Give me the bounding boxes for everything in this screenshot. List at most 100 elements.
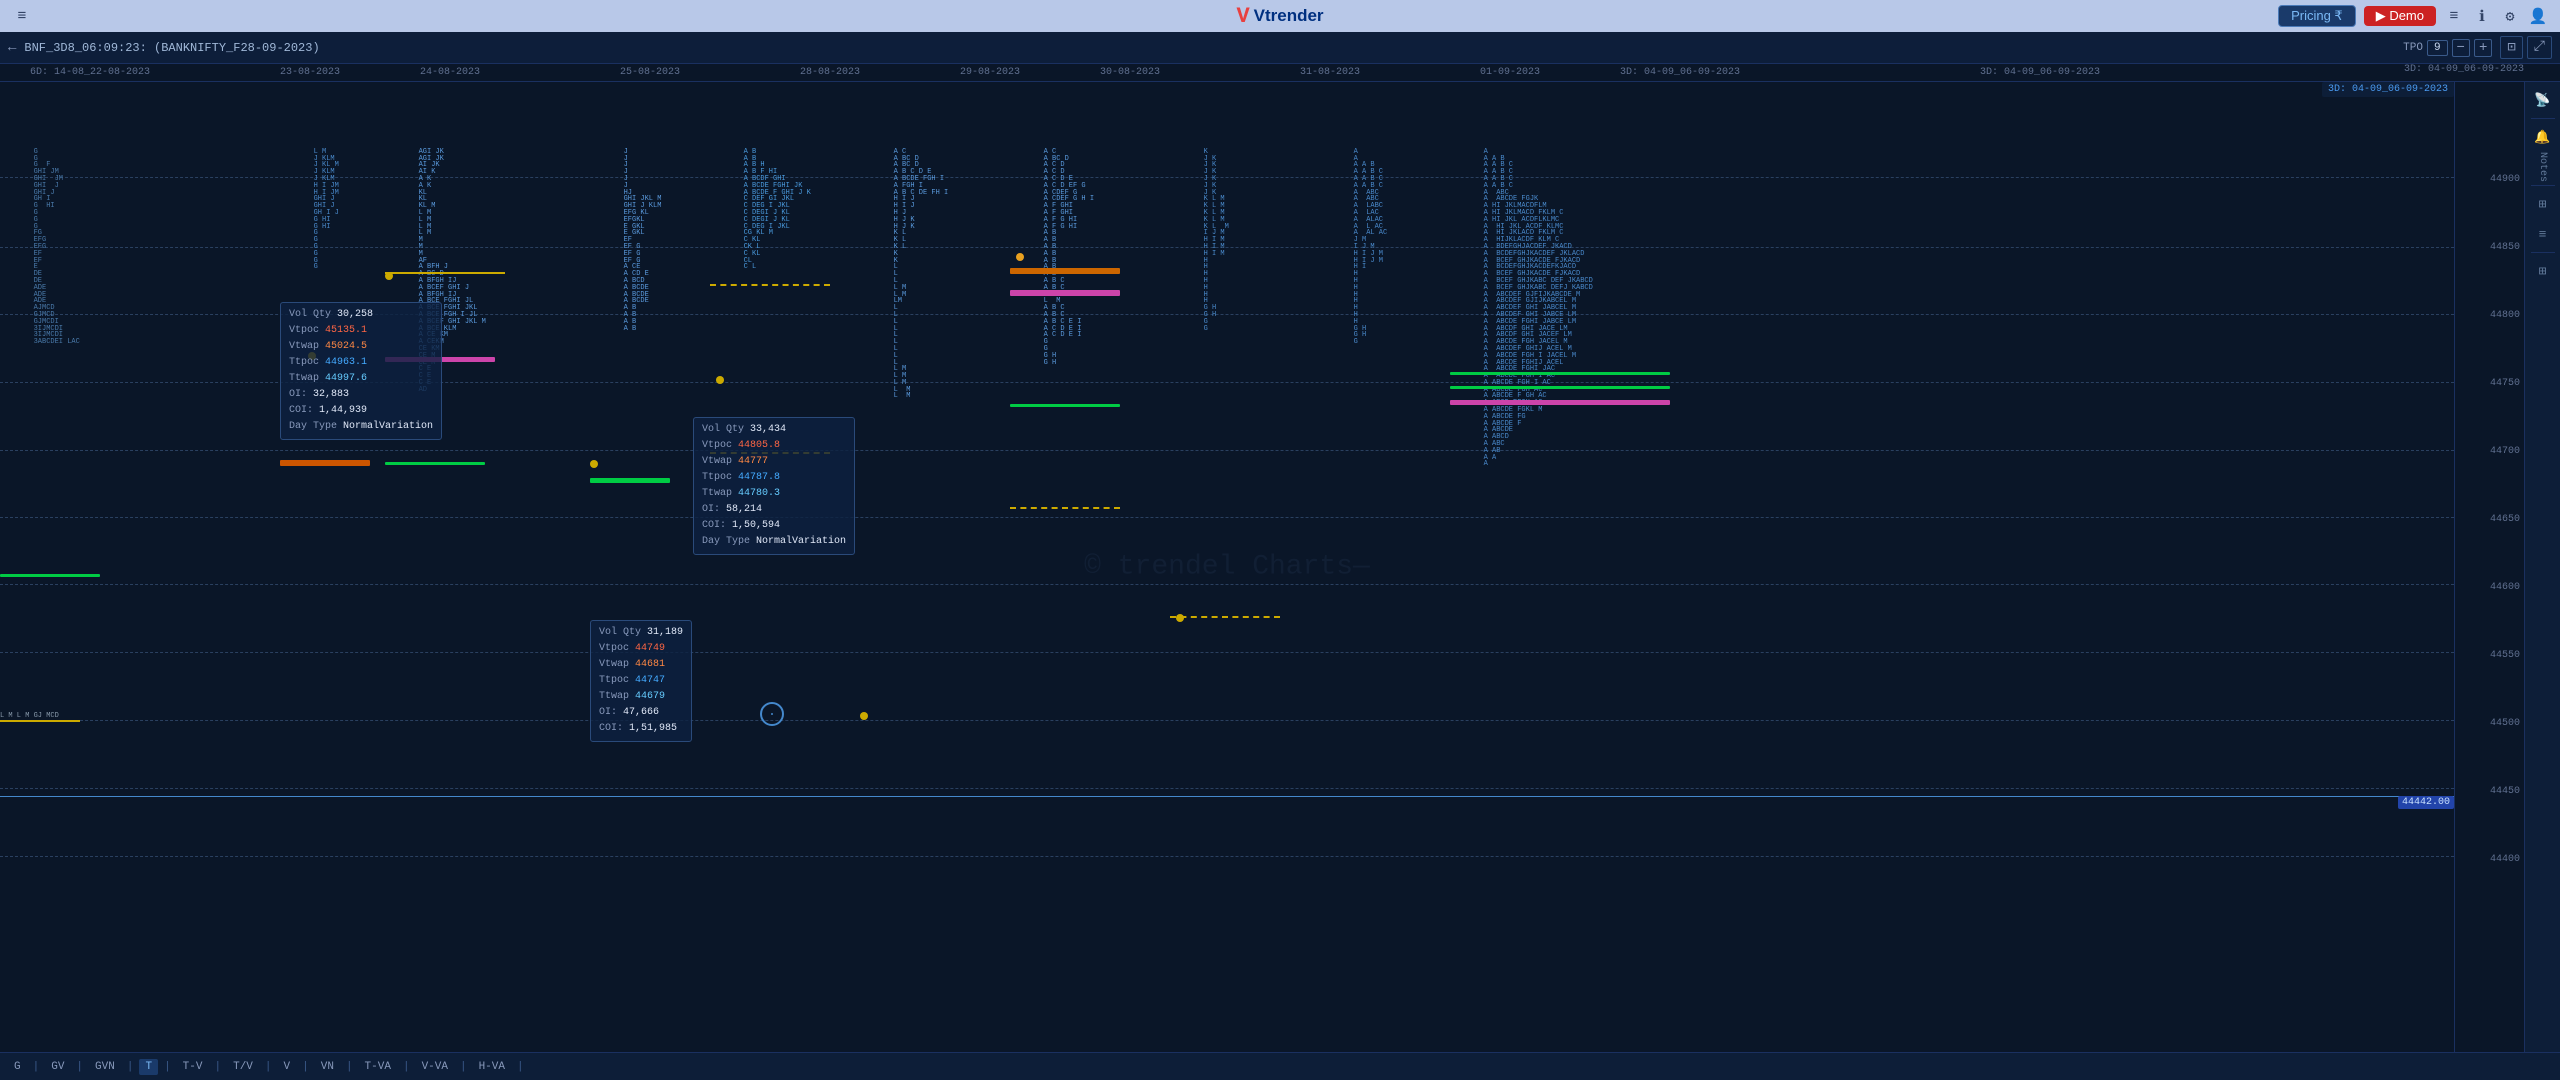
- date-label-10: 3D: 04-09_06-09-2023: [1620, 67, 1740, 78]
- tpo-value[interactable]: 9: [2427, 40, 2448, 56]
- tooltip-23aug: Vol Qty 30,258 Vtpoc 45135.1 Vtwap 45024…: [280, 302, 442, 440]
- bottom-v-button[interactable]: V: [278, 1059, 297, 1075]
- crosshair-icon: [760, 702, 784, 726]
- bottom-g-button[interactable]: G: [8, 1059, 27, 1075]
- bottom-hva-button[interactable]: H-VA: [473, 1059, 511, 1075]
- col-01sep: A A A A B A A B C A A B C A A B C A ABC …: [1320, 142, 1420, 353]
- col-28aug: A B A B A B H A B F HI A BCDF GHI A BCDE…: [710, 142, 840, 278]
- bottom-gvn-button[interactable]: GVN: [89, 1059, 121, 1075]
- date-label-11: 3D: 04-09_06-09-2023: [1980, 67, 2100, 78]
- profile-yellow-line: [0, 720, 80, 722]
- yellow-dot-24aug: [385, 272, 393, 280]
- price-44400: 44400: [2490, 854, 2520, 865]
- pink-bar-30aug: [1010, 290, 1120, 296]
- tpo-minus-button[interactable]: −: [2452, 39, 2470, 57]
- bottom-tv-button[interactable]: T-V: [177, 1059, 209, 1075]
- price-44500: 44500: [2490, 718, 2520, 729]
- date-label-2: 23-08-2023: [280, 67, 340, 78]
- watermark: © trendel Charts—: [1084, 552, 1370, 583]
- logo-text: Vtrender: [1254, 6, 1324, 26]
- bottom-bar: G | GV | GVN | T | T-V | T/V | V | VN | …: [0, 1052, 2560, 1080]
- orange-bar-30aug: [1010, 268, 1120, 274]
- yellow-dashed-30aug: [1010, 507, 1120, 509]
- notes-label: Notes: [2537, 152, 2548, 182]
- date-label-8: 31-08-2023: [1300, 67, 1360, 78]
- yellow-dot-29aug: [860, 712, 868, 720]
- yellow-dot-30aug: [1016, 253, 1024, 261]
- profile-lm-text: L M L M GJ MCD: [0, 712, 59, 720]
- price-line-44650: [0, 517, 2454, 518]
- price-44750: 44750: [2490, 378, 2520, 389]
- bottom-gv-button[interactable]: GV: [45, 1059, 70, 1075]
- yellow-line-24aug: [385, 272, 505, 274]
- price-44650: 44650: [2490, 514, 2520, 525]
- back-button[interactable]: ←: [8, 40, 16, 56]
- settings-icon[interactable]: ⚙: [2500, 6, 2520, 26]
- date-label-4: 25-08-2023: [620, 67, 680, 78]
- bottom-tva-button[interactable]: T-VA: [359, 1059, 397, 1075]
- price-scale: 44900 44850 44800 44750 44700 44650 4460…: [2454, 82, 2524, 1052]
- list-icon[interactable]: ≡: [2444, 6, 2464, 26]
- alert-button[interactable]: 🔔: [2529, 123, 2557, 151]
- yellow-dot-28aug: [716, 376, 724, 384]
- vtrender-logo: V Vtrender: [1236, 4, 1323, 29]
- sep-4: |: [164, 1061, 171, 1073]
- sep-10: |: [460, 1061, 467, 1073]
- price-44550: 44550: [2490, 650, 2520, 661]
- date-label-7: 30-08-2023: [1100, 67, 1160, 78]
- user-icon[interactable]: 👤: [2528, 6, 2548, 26]
- date-label-5: 28-08-2023: [800, 67, 860, 78]
- info-icon[interactable]: ℹ: [2472, 6, 2492, 26]
- green-bar-right-1: [1450, 372, 1670, 375]
- tpo-plus-button[interactable]: +: [2474, 39, 2492, 57]
- grid-button[interactable]: ⊞: [2529, 190, 2557, 218]
- price-line-44600: [0, 584, 2454, 585]
- date-label-12: 3D: 04-09_06-09-2023: [2404, 64, 2524, 75]
- bottom-t-button[interactable]: T: [139, 1059, 158, 1075]
- expand-button[interactable]: ⤢: [2527, 36, 2552, 59]
- bottom-vva-button[interactable]: V-VA: [416, 1059, 454, 1075]
- pricing-button[interactable]: Pricing ₹: [2278, 5, 2356, 27]
- col-25aug: J J J J J J HJ GHI JKL M GHI J KLM EFG K…: [590, 142, 710, 339]
- tooltip-28aug: Vol Qty 33,434 Vtpoc 44805.8 Vtwap 44777…: [693, 417, 855, 555]
- live-button[interactable]: 📡: [2529, 86, 2557, 114]
- price-44800: 44800: [2490, 310, 2520, 321]
- main-area: © trendel Charts— G G G F GHI JM GHI JM …: [0, 82, 2560, 1052]
- price-44600: 44600: [2490, 582, 2520, 593]
- layout-button[interactable]: ⊞: [2529, 257, 2557, 285]
- bottom-tdivv-button[interactable]: T/V: [227, 1059, 259, 1075]
- col-29aug: A C A BC D A BC D A B C D E A BCDE FGH I…: [860, 142, 970, 407]
- sep-7: |: [302, 1061, 309, 1073]
- date-label-3: 24-08-2023: [420, 67, 480, 78]
- list-button[interactable]: ≡: [2529, 220, 2557, 248]
- price-44900: 44900: [2490, 174, 2520, 185]
- sep-1: |: [33, 1061, 40, 1073]
- green-bar-30aug: [1010, 404, 1120, 407]
- date-label-9: 01-09-2023: [1480, 67, 1540, 78]
- price-44450: 44450: [2490, 786, 2520, 797]
- green-bar-24aug: [385, 462, 485, 465]
- price-line-44450: [0, 788, 2454, 789]
- top-nav: ≡ V Vtrender Pricing ₹ ▶ Demo ≡ ℹ ⚙ 👤: [0, 0, 2560, 32]
- hamburger-icon[interactable]: ≡: [12, 6, 32, 26]
- yellow-dashed-28aug: [710, 284, 830, 286]
- nav-center: V Vtrender: [1236, 4, 1323, 29]
- demo-button[interactable]: ▶ Demo: [2364, 6, 2436, 26]
- notes-button[interactable]: Notes: [2529, 153, 2557, 181]
- chart-canvas[interactable]: © trendel Charts— G G G F GHI JM GHI JM …: [0, 82, 2454, 1052]
- green-bar-right-2: [1450, 386, 1670, 389]
- sep-2: |: [76, 1061, 83, 1073]
- date-label-1: 6D: 14-08_22-08-2023: [30, 67, 150, 78]
- sidebar-sep-1: [2531, 118, 2555, 119]
- profile-green-bar-1: [0, 574, 100, 577]
- sidebar-sep-2: [2531, 185, 2555, 186]
- right-buttons: ⊡ ⤢: [2500, 36, 2552, 59]
- col-30aug: A C A BC D A C D A C D A C D E A C D EF …: [1010, 142, 1140, 373]
- current-price-line: [0, 796, 2454, 797]
- orange-highlight-23aug: [280, 460, 370, 466]
- screenshot-button[interactable]: ⊡: [2500, 36, 2522, 59]
- price-44850: 44850: [2490, 242, 2520, 253]
- price-line-44550: [0, 652, 2454, 653]
- bottom-vn-button[interactable]: VN: [315, 1059, 340, 1075]
- price-44700: 44700: [2490, 446, 2520, 457]
